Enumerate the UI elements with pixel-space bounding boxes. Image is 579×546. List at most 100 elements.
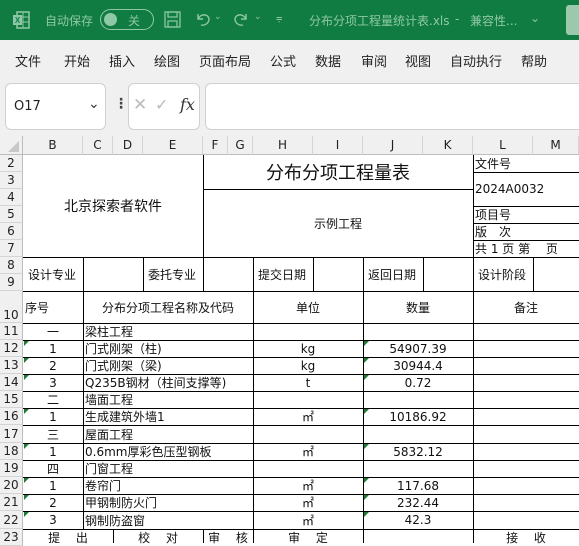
error-indicator-icon[interactable] [364,478,369,483]
row-header[interactable]: 12 [0,340,23,357]
name-box[interactable]: O17 ⌄ [5,83,106,130]
row-header[interactable]: 10 [0,291,23,323]
tab-automate[interactable]: 自动执行 [450,51,502,70]
column-header-i[interactable]: I [313,136,363,155]
search-box[interactable] [566,5,579,35]
item-seq: 1 [49,341,57,356]
tab-insert[interactable]: 插入 [109,51,135,70]
select-all-button[interactable] [0,136,23,155]
row-header[interactable]: 8 [0,257,23,274]
error-indicator-icon[interactable] [24,358,29,363]
row-header[interactable]: 4 [0,189,23,206]
row-header[interactable]: 15 [0,391,23,408]
row-header[interactable]: 5 [0,206,23,223]
tab-home[interactable]: 开始 [64,51,90,70]
item-qty [363,425,473,443]
error-indicator-icon[interactable] [364,495,369,500]
row-header[interactable]: 6 [0,223,23,240]
column-header-j[interactable]: J [363,136,423,155]
column-header-k[interactable]: K [423,136,473,155]
more-options-icon[interactable]: ⋮ [114,96,128,112]
column-header-d[interactable]: D [113,136,143,155]
row-header[interactable]: 9 [0,274,23,291]
row-header[interactable]: 16 [0,408,23,425]
tab-review[interactable]: 审阅 [361,51,387,70]
border-line [363,529,364,543]
tab-draw[interactable]: 绘图 [154,51,180,70]
item-name: 门式刚架（柱) [85,342,162,356]
redo-icon[interactable] [232,10,250,28]
save-icon[interactable] [164,11,181,28]
tab-help[interactable]: 帮助 [521,51,547,70]
row-header[interactable]: 7 [0,240,23,257]
column-header-b[interactable]: B [23,136,83,155]
autosave-toggle[interactable]: 关 [100,9,154,30]
insert-function-icon[interactable]: fx [180,95,195,114]
error-indicator-icon[interactable] [364,341,369,346]
formula-input[interactable] [205,83,579,130]
error-indicator-icon[interactable] [24,512,29,517]
row-header[interactable]: 17 [0,425,23,443]
border-line [83,291,84,529]
error-indicator-icon[interactable] [364,444,369,449]
error-indicator-icon[interactable] [364,409,369,414]
row-header[interactable]: 20 [0,477,23,494]
undo-icon[interactable] [194,10,212,28]
row-header[interactable]: 18 [0,443,23,460]
row-header[interactable]: 21 [0,494,23,511]
error-indicator-icon[interactable] [364,512,369,517]
column-header-g[interactable]: G [228,136,253,155]
autosave-label: 自动保存 [45,14,94,28]
border-line [23,443,579,444]
error-indicator-icon[interactable] [24,375,29,380]
border-line [473,529,474,543]
row-header[interactable]: 22 [0,511,23,529]
border-line [363,257,364,291]
tab-data[interactable]: 数据 [315,51,341,70]
row-header[interactable]: 11 [0,323,23,340]
name-box-value: O17 [14,99,41,114]
item-name: 甲钢制防火门 [85,496,158,510]
redo-dropdown-icon[interactable]: ⌄ [254,12,262,22]
row-header[interactable]: 13 [0,357,23,374]
enter-icon[interactable]: ✓ [155,95,168,114]
column-header-c[interactable]: C [83,136,113,155]
title-dropdown-icon[interactable]: ⌄ [530,11,540,25]
column-header-l[interactable]: L [473,136,533,155]
border-line [23,357,579,358]
column-header-m[interactable]: M [533,136,579,155]
error-indicator-icon[interactable] [24,478,29,483]
item-qty: 0.72 [404,375,432,390]
column-header-e[interactable]: E [143,136,203,155]
border-line [473,257,474,291]
cancel-icon[interactable]: ✕ [133,95,147,115]
undo-dropdown-icon[interactable]: ⌄ [214,12,222,22]
tab-view[interactable]: 视图 [405,51,431,70]
row-header[interactable]: 2 [0,155,23,172]
tab-file[interactable]: 文件 [15,51,41,70]
error-indicator-icon[interactable] [24,495,29,500]
error-indicator-icon[interactable] [364,358,369,363]
row-header[interactable]: 19 [0,460,23,477]
border-line [473,223,579,224]
customize-toolbar-icon[interactable]: ⩦ [276,11,282,25]
item-seq: 1 [49,444,57,459]
column-header-h[interactable]: H [253,136,313,155]
item-qty: 10186.92 [389,409,447,424]
item-name: 门窗工程 [85,462,134,476]
item-name: Q235B钢材（柱间支撑等) [85,376,227,390]
tab-formulas[interactable]: 公式 [270,51,296,70]
error-indicator-icon[interactable] [24,444,29,449]
name-box-dropdown-icon[interactable]: ⌄ [88,96,100,112]
error-indicator-icon[interactable] [24,341,29,346]
error-indicator-icon[interactable] [24,409,29,414]
row-header[interactable]: 23 [0,529,23,546]
error-indicator-icon[interactable] [364,375,369,380]
row-header[interactable]: 3 [0,172,23,189]
row-header[interactable]: 14 [0,374,23,391]
compatibility-mode: 兼容性... [470,14,518,28]
border-line [203,189,473,190]
border-line [473,172,579,173]
tab-page-layout[interactable]: 页面布局 [199,51,251,70]
column-header-f[interactable]: F [203,136,228,155]
